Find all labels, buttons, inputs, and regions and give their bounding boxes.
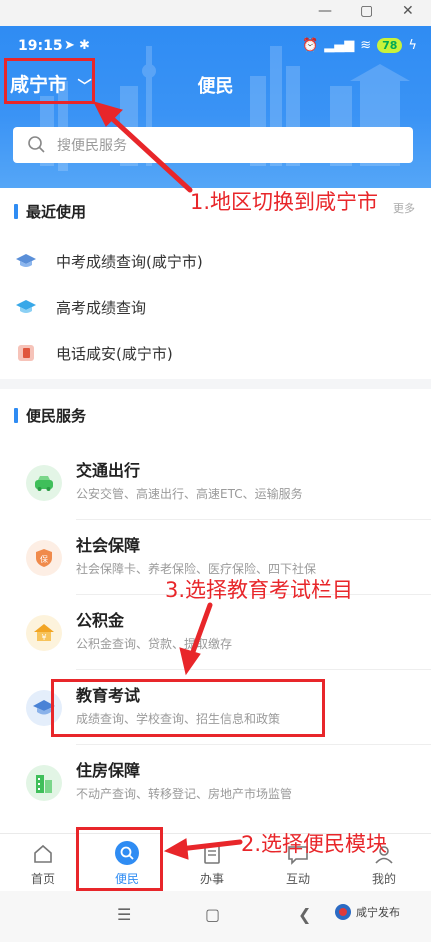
annotation-step1: 1.地区切换到咸宁市 [190, 190, 379, 214]
annotation-step3: 3.选择教育考试栏目 [165, 578, 354, 602]
annotation-arrows [93, 101, 243, 860]
annotation-step2: 2.选择便民模块 [241, 832, 388, 856]
